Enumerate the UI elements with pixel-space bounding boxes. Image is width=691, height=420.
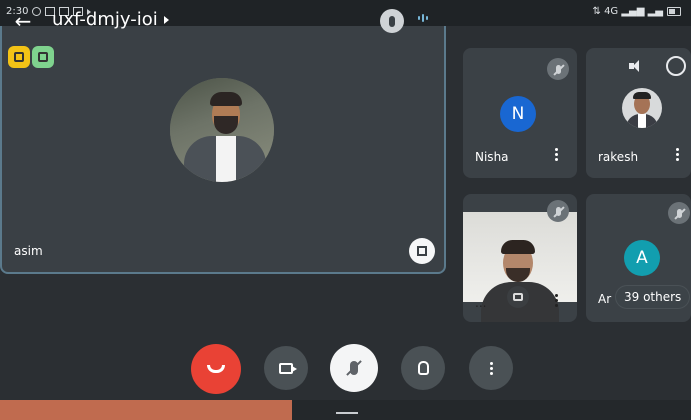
signal-text: ⇅ 4G ▂▄▆ ▂▄ (592, 6, 663, 17)
mic-off-icon (547, 200, 569, 222)
avatar-ar: A (624, 240, 660, 276)
avatar-initial: A (636, 248, 648, 268)
raise-hand-button[interactable] (401, 346, 445, 390)
speaker-icon[interactable] (629, 60, 643, 72)
switch-camera-icon[interactable] (666, 56, 686, 76)
participant-name: rakesh (598, 150, 639, 164)
avatar-nisha: N (500, 96, 536, 132)
more-vert-icon (489, 361, 493, 375)
participant-name: Ar (598, 292, 612, 306)
participant-name: ... (475, 296, 487, 310)
audio-level-icon (418, 14, 428, 22)
end-call-button[interactable] (191, 344, 241, 394)
chevron-right-icon (163, 15, 169, 24)
more-vert-icon[interactable] (676, 148, 680, 161)
end-call-icon (207, 365, 225, 373)
mic-off-icon (350, 361, 358, 375)
mic-off-icon (547, 58, 569, 80)
microphone-button[interactable] (330, 344, 378, 392)
fullscreen-icon (417, 246, 427, 256)
camera-icon (279, 362, 297, 374)
camera-button[interactable] (264, 346, 308, 390)
speaker-name: asim (14, 244, 43, 258)
nav-handle[interactable] (336, 412, 358, 417)
camera-off-icon (507, 286, 529, 308)
mic-icon[interactable] (380, 9, 404, 33)
avatar-initial: N (511, 104, 525, 124)
others-count-badge[interactable]: 39 others (616, 286, 690, 308)
status-right: ⇅ 4G ▂▄▆ ▂▄ (593, 6, 681, 17)
activity-chip-yellow[interactable] (8, 46, 30, 68)
participant-tile-rakesh[interactable]: rakesh (586, 48, 691, 178)
bottom-bar-overlay (0, 400, 292, 420)
navigation-bar (292, 400, 691, 420)
mic-off-icon (668, 202, 690, 224)
meeting-code[interactable]: uxf-dmjy-ioi (52, 9, 169, 30)
main-speaker-tile[interactable]: ← uxf-dmjy-ioi asim (0, 0, 446, 274)
more-options-button[interactable] (469, 346, 513, 390)
call-controls (0, 340, 691, 400)
document-icon (14, 52, 24, 62)
avatar-rakesh (622, 88, 662, 128)
participant-name: Nisha (475, 150, 509, 164)
more-vert-icon[interactable] (555, 294, 559, 307)
activity-chip-green[interactable] (32, 46, 54, 68)
participant-tile-video[interactable]: ... (463, 194, 577, 322)
arrow-left-icon[interactable]: ← (10, 8, 36, 34)
participant-tile-others[interactable]: A Ar 39 others (586, 194, 691, 322)
more-vert-icon[interactable] (555, 148, 559, 161)
share-icon (38, 52, 48, 62)
speaker-avatar-photo (170, 78, 274, 182)
expand-button[interactable] (409, 238, 435, 264)
battery-icon (667, 7, 681, 16)
meeting-code-text: uxf-dmjy-ioi (52, 9, 158, 30)
participant-tile-nisha[interactable]: N Nisha (463, 48, 577, 178)
raise-hand-icon (417, 361, 429, 375)
